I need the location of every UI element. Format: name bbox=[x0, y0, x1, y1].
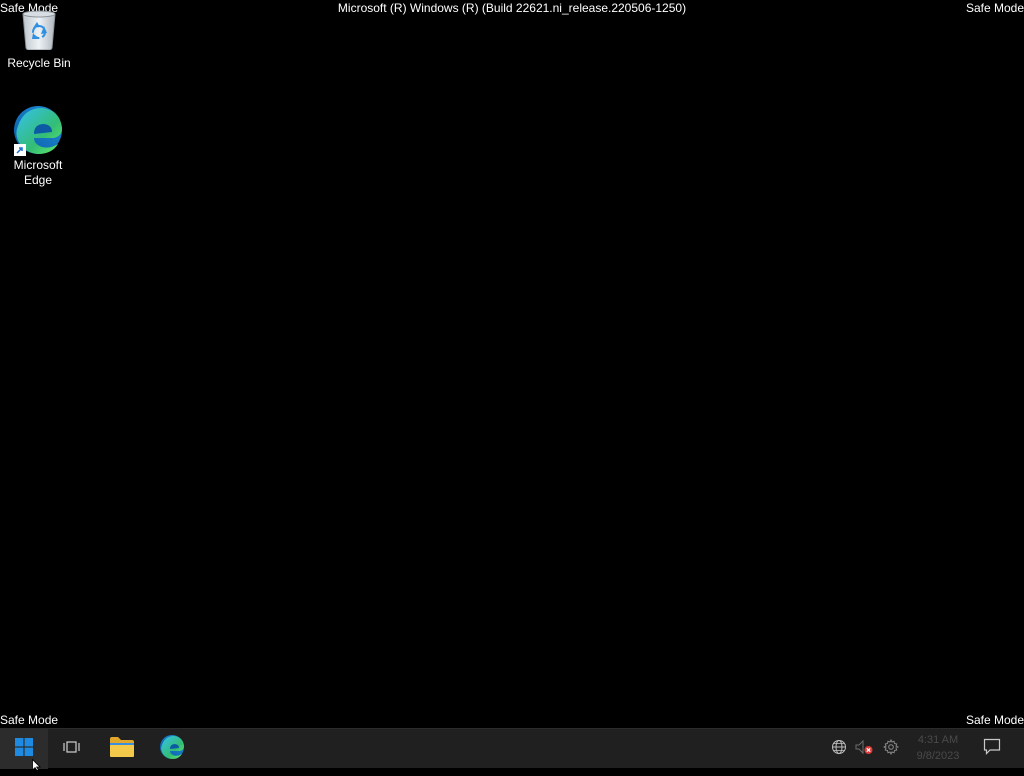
windows-start-icon bbox=[15, 737, 33, 761]
edge-icon bbox=[159, 734, 185, 765]
folder-icon bbox=[109, 736, 135, 763]
network-tray-button[interactable] bbox=[828, 729, 850, 769]
windows-build-string: Microsoft (R) Windows (R) (Build 22621.n… bbox=[337, 1, 687, 15]
notification-bubble-icon bbox=[983, 738, 1001, 760]
file-explorer-button[interactable] bbox=[98, 729, 146, 769]
globe-network-icon bbox=[831, 739, 847, 760]
task-view-icon bbox=[63, 739, 81, 760]
safe-mode-label-top-right: Safe Mode bbox=[965, 1, 1024, 15]
desktop[interactable]: Safe Mode Safe Mode Microsoft (R) Window… bbox=[0, 0, 1024, 728]
taskbar: 4:31 AM 9/8/2023 bbox=[0, 728, 1024, 769]
mouse-pointer-icon bbox=[32, 758, 42, 776]
recycle-bin-icon bbox=[1, 6, 77, 54]
edge-taskbar-button[interactable] bbox=[148, 729, 196, 769]
microsoft-edge-label: Microsoft Edge bbox=[13, 158, 63, 187]
recycle-bin-shortcut[interactable]: Recycle Bin bbox=[1, 6, 77, 71]
system-clock[interactable]: 4:31 AM 9/8/2023 bbox=[906, 732, 970, 764]
safe-mode-label-bottom-left: Safe Mode bbox=[0, 713, 59, 727]
clock-time: 4:31 AM bbox=[917, 734, 959, 746]
clock-date: 9/8/2023 bbox=[916, 750, 960, 762]
microsoft-edge-shortcut[interactable]: Microsoft Edge bbox=[0, 104, 76, 188]
speaker-muted-icon bbox=[854, 739, 874, 760]
gear-icon bbox=[882, 738, 900, 760]
safe-mode-label-bottom-right: Safe Mode bbox=[965, 713, 1024, 727]
recycle-bin-label: Recycle Bin bbox=[7, 56, 71, 70]
settings-tray-button[interactable] bbox=[880, 729, 902, 769]
volume-tray-button[interactable] bbox=[852, 729, 876, 769]
task-view-button[interactable] bbox=[48, 729, 96, 769]
shortcut-arrow-icon bbox=[14, 144, 26, 156]
notifications-button[interactable] bbox=[976, 729, 1008, 769]
edge-icon bbox=[12, 104, 64, 156]
